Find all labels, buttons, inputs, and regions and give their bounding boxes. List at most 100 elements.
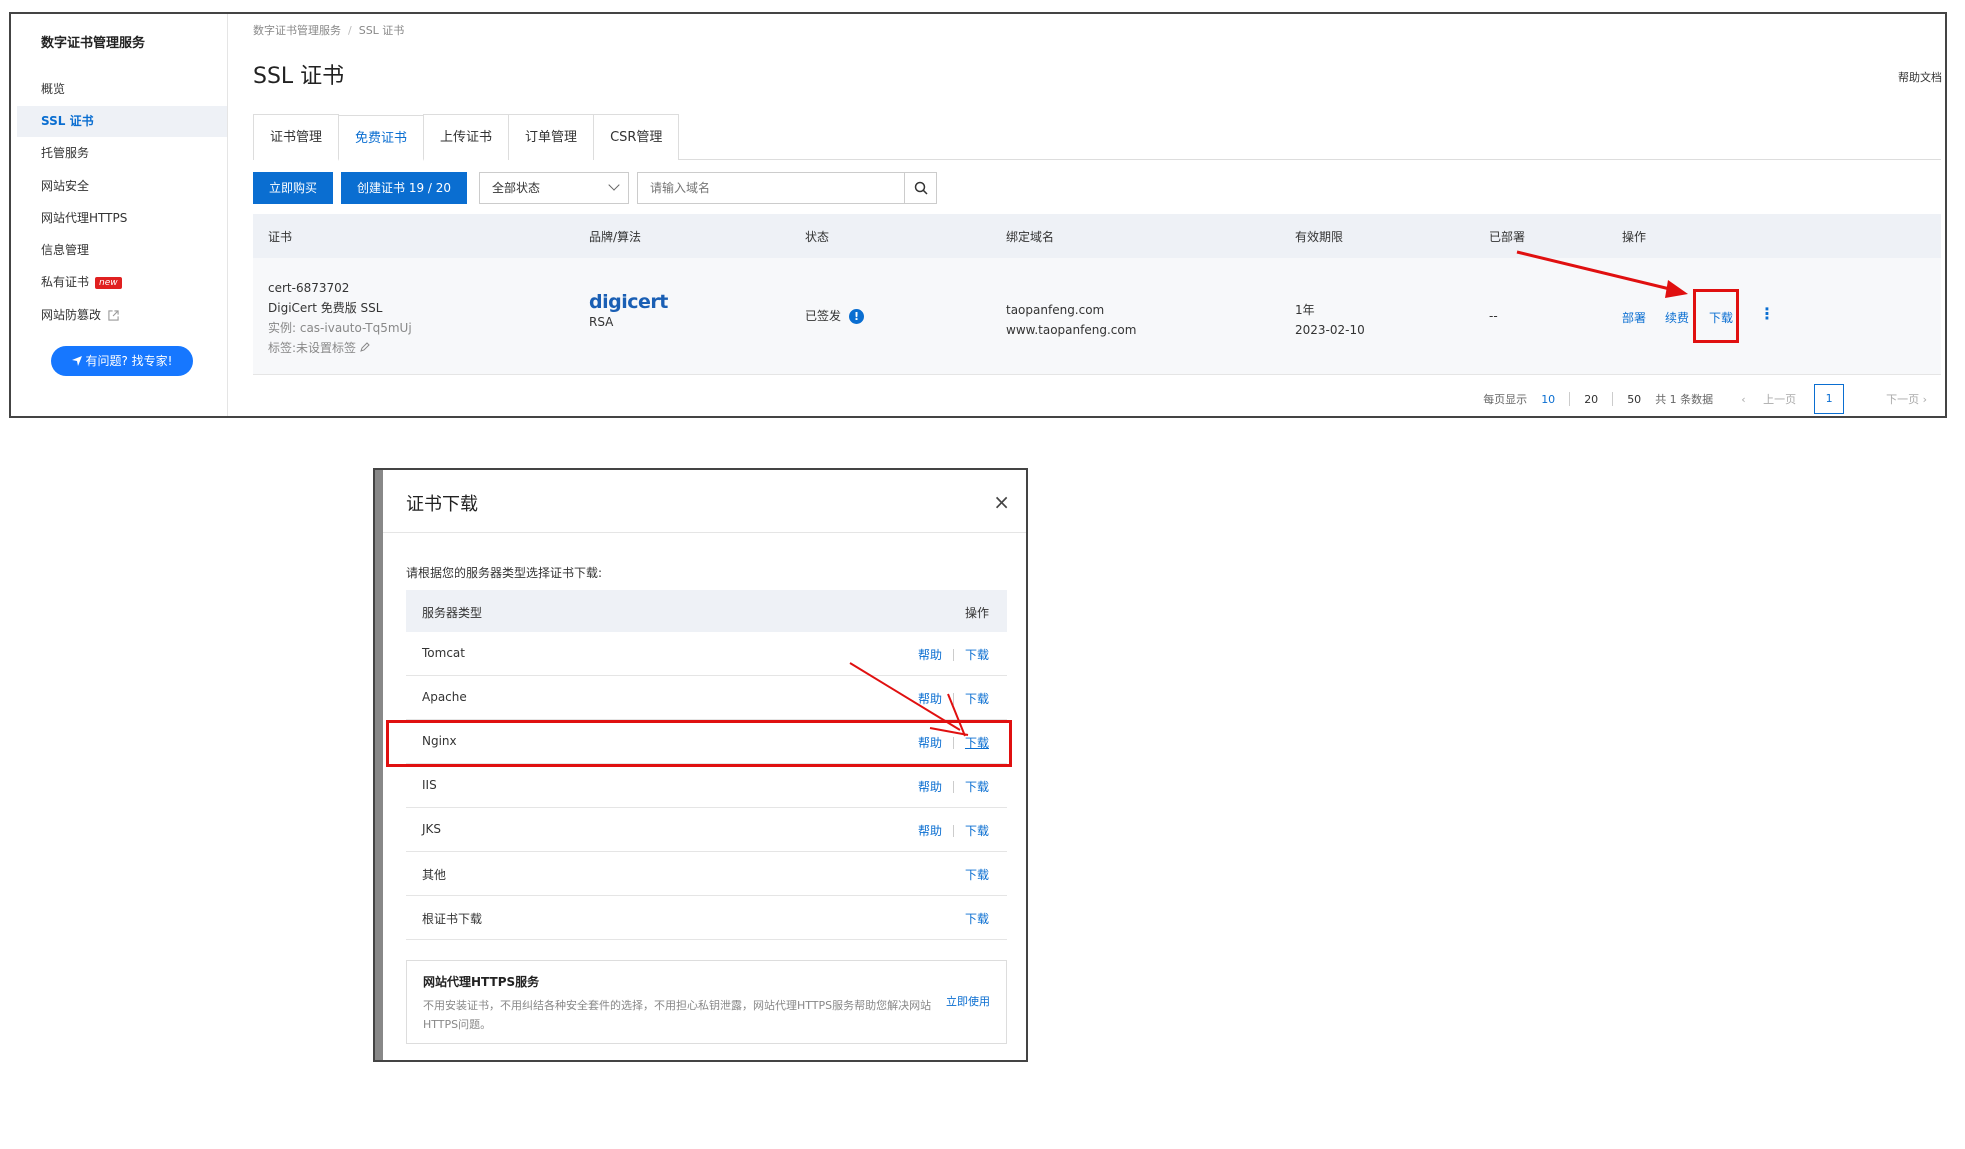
sidebar-item-tamper-proof[interactable]: 网站防篡改 xyxy=(17,300,227,331)
table-row: 根证书下载 下载 xyxy=(406,896,1007,940)
next-page[interactable]: 下一页 › xyxy=(1872,391,1927,407)
dialog-hint: 请根据您的服务器类型选择证书下载: xyxy=(406,566,603,580)
new-badge: new xyxy=(95,276,122,289)
breadcrumb: 数字证书管理服务 / SSL 证书 xyxy=(253,22,404,38)
server-name: 其他 xyxy=(422,868,447,882)
col-server-type: 服务器类型 xyxy=(422,606,483,620)
sidebar-item-overview[interactable]: 概览 xyxy=(17,74,227,105)
status-cell: 已签发! xyxy=(805,306,865,326)
chevron-down-icon xyxy=(608,179,620,191)
domain-search xyxy=(637,172,938,204)
per-page-label: 每页显示 xyxy=(1483,393,1528,406)
domain-www: www.taopanfeng.com xyxy=(1006,323,1137,337)
page-size-10[interactable]: 10 xyxy=(1541,393,1555,406)
download-link[interactable]: 下载 xyxy=(965,778,989,795)
row-actions: 帮助 下载 xyxy=(918,734,989,751)
search-icon xyxy=(914,181,928,195)
divider xyxy=(952,648,954,661)
info-icon[interactable]: ! xyxy=(849,309,865,324)
more-actions-icon[interactable]: ⋮ xyxy=(1759,304,1775,323)
current-page[interactable]: 1 xyxy=(1814,384,1845,414)
cert-download-dialog: 证书下载 × 请根据您的服务器类型选择证书下载: 服务器类型 操作 Tomcat… xyxy=(373,468,1028,1062)
total-count: 共 1 条数据 xyxy=(1655,393,1714,406)
sidebar-item-ssl-cert[interactable]: SSL 证书 xyxy=(17,106,227,137)
sidebar-item-private-cert[interactable]: 私有证书 new xyxy=(17,267,227,298)
help-link[interactable]: 帮助 xyxy=(918,646,942,663)
tab-free-cert[interactable]: 免费证书 xyxy=(338,115,425,161)
sidebar-title: 数字证书管理服务 xyxy=(41,36,146,51)
domain-primary: taopanfeng.com xyxy=(1006,303,1105,317)
status-select-value: 全部状态 xyxy=(492,181,541,195)
sidebar-item-info-mgmt[interactable]: 信息管理 xyxy=(17,235,227,266)
next-page-label: 下一页 xyxy=(1886,393,1920,406)
ask-expert-label: 有问题? 找专家! xyxy=(85,354,173,368)
breadcrumb-root[interactable]: 数字证书管理服务 xyxy=(253,24,341,37)
row-actions: 帮助 下载 xyxy=(918,646,989,663)
download-link[interactable]: 下载 xyxy=(1709,308,1733,328)
domain-search-input[interactable] xyxy=(638,173,905,203)
divider xyxy=(1569,392,1571,406)
tab-order-management[interactable]: 订单管理 xyxy=(508,114,595,160)
renew-link[interactable]: 续费 xyxy=(1665,308,1689,328)
cert-tag[interactable]: 标签:未设置标签 xyxy=(268,338,412,358)
brand-info: digicert RSA xyxy=(589,292,668,332)
col-actions: 操作 xyxy=(1622,230,1647,244)
col-operation: 操作 xyxy=(964,606,989,620)
sidebar-item-hosting[interactable]: 托管服务 xyxy=(17,138,227,169)
tab-csr-management[interactable]: CSR管理 xyxy=(593,114,680,160)
row-actions: 帮助 下载 xyxy=(918,822,989,839)
expire-date: 2023-02-10 xyxy=(1295,323,1365,337)
table-row: Tomcat 帮助 下载 xyxy=(406,632,1007,676)
sidebar-item-proxy-https[interactable]: 网站代理HTTPS xyxy=(17,203,227,234)
help-doc-link[interactable]: 帮助文档 xyxy=(1898,69,1942,85)
deploy-link[interactable]: 部署 xyxy=(1622,308,1646,328)
status-select[interactable]: 全部状态 xyxy=(479,172,630,204)
download-link[interactable]: 下载 xyxy=(965,734,989,751)
cert-name: DigiCert 免费版 SSL xyxy=(268,301,383,315)
sidebar-item-site-security[interactable]: 网站安全 xyxy=(17,171,227,202)
main-content: 数字证书管理服务 / SSL 证书 SSL 证书 帮助文档 证书管理 免费证书 上传… xyxy=(229,14,1945,416)
col-cert: 证书 xyxy=(268,230,293,244)
download-link[interactable]: 下载 xyxy=(965,690,989,707)
search-button[interactable] xyxy=(904,173,936,203)
dialog-backdrop-edge xyxy=(375,470,383,1060)
help-link[interactable]: 帮助 xyxy=(918,778,942,795)
download-link[interactable]: 下载 xyxy=(965,646,989,663)
download-link[interactable]: 下载 xyxy=(965,866,989,883)
page-size-20[interactable]: 20 xyxy=(1584,393,1598,406)
edit-icon[interactable] xyxy=(360,342,370,352)
external-link-icon xyxy=(108,310,119,321)
promo-title: 网站代理HTTPS服务 xyxy=(423,975,540,989)
tab-cert-management[interactable]: 证书管理 xyxy=(253,114,340,160)
create-cert-button[interactable]: 创建证书 19 / 20 xyxy=(341,172,468,204)
breadcrumb-current: SSL 证书 xyxy=(358,24,405,37)
help-link[interactable]: 帮助 xyxy=(918,822,942,839)
buy-now-button[interactable]: 立即购买 xyxy=(253,172,334,204)
table-row: cert-6873702 DigiCert 免费版 SSL 实例: cas-iv… xyxy=(253,258,1941,375)
download-link[interactable]: 下载 xyxy=(965,822,989,839)
server-name: IIS xyxy=(422,778,437,792)
use-now-link[interactable]: 立即使用 xyxy=(946,993,990,1009)
cert-info: cert-6873702 DigiCert 免费版 SSL 实例: cas-iv… xyxy=(268,278,412,358)
table-row: Nginx 帮助 下载 xyxy=(406,720,1007,764)
tab-upload-cert[interactable]: 上传证书 xyxy=(423,114,510,160)
validity-cell: 1年 2023-02-10 xyxy=(1295,300,1365,340)
server-name: Apache xyxy=(422,690,467,704)
cert-tag-label: 标签:未设置标签 xyxy=(268,341,357,355)
server-name: 根证书下载 xyxy=(422,912,483,926)
help-link[interactable]: 帮助 xyxy=(918,690,942,707)
download-link[interactable]: 下载 xyxy=(965,910,989,927)
prev-page[interactable]: ‹ 上一页 xyxy=(1741,391,1796,407)
promo-description: 不用安装证书，不用纠结各种安全套件的选择，不用担心私钥泄露，网站代理HTTPS服… xyxy=(423,999,932,1031)
page-size-50[interactable]: 50 xyxy=(1627,393,1641,406)
close-icon[interactable]: × xyxy=(993,490,1010,514)
col-domain: 绑定域名 xyxy=(1006,230,1055,244)
proxy-https-promo: 网站代理HTTPS服务 不用安装证书，不用纠结各种安全套件的选择，不用担心私钥泄… xyxy=(406,960,1007,1044)
breadcrumb-separator: / xyxy=(348,24,352,37)
ask-expert-button[interactable]: 有问题? 找专家! xyxy=(51,346,193,376)
table-row: JKS 帮助 下载 xyxy=(406,808,1007,852)
server-table-header: 服务器类型 操作 xyxy=(406,590,1007,632)
help-link[interactable]: 帮助 xyxy=(918,734,942,751)
dialog-title: 证书下载 xyxy=(406,494,478,515)
table-row: 其他 下载 xyxy=(406,852,1007,896)
